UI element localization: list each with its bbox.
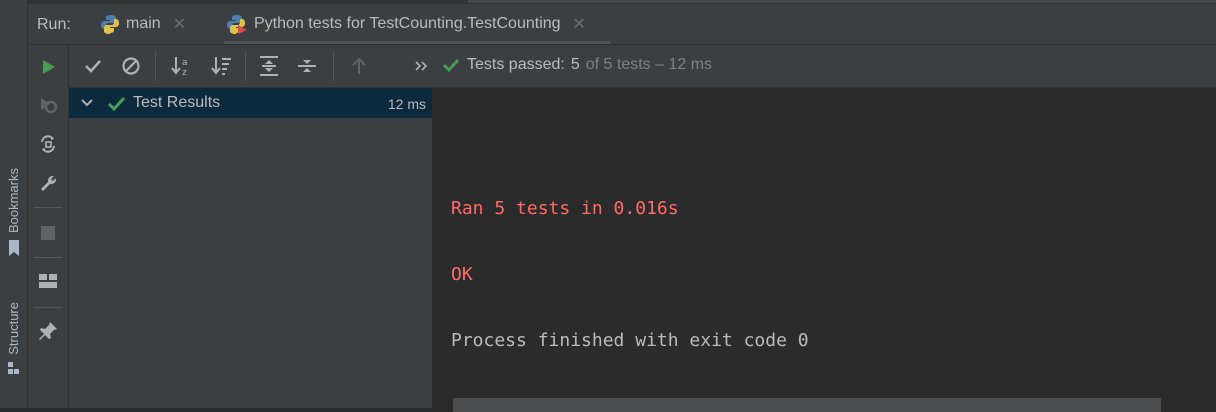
bookmark-icon	[8, 240, 19, 257]
test-results-label: Test Results	[133, 94, 221, 111]
sort-alphabetically-icon[interactable]: az	[169, 54, 193, 78]
console-output[interactable]: Ran 5 tests in 0.016s OK Process finishe…	[433, 88, 1216, 412]
toolbar-divider	[34, 257, 62, 258]
tests-passed-count: 5	[570, 56, 580, 73]
test-results-tree: Test Results 12 ms	[69, 88, 433, 408]
rerun-icon[interactable]	[36, 55, 60, 79]
tree-row-test-results[interactable]: Test Results 12 ms	[69, 88, 432, 118]
svg-text:z: z	[182, 68, 187, 77]
show-passed-icon[interactable]	[81, 54, 105, 78]
toolbar-divider	[34, 207, 62, 208]
run-label: Run:	[37, 16, 71, 33]
structure-tab[interactable]: Structure	[0, 302, 27, 375]
console-line: OK	[451, 264, 473, 285]
test-results-time: 12 ms	[387, 96, 426, 112]
console-line: Ran 5 tests in 0.016s	[451, 198, 679, 219]
close-icon[interactable]: ✕	[173, 14, 186, 34]
more-icon[interactable]	[409, 54, 433, 78]
svg-text:a: a	[182, 58, 188, 68]
tests-passed-label: Tests passed:	[467, 56, 565, 73]
previous-failed-icon[interactable]	[347, 54, 371, 78]
check-icon	[107, 96, 126, 112]
stop-icon[interactable]	[36, 221, 60, 245]
toolbar-divider	[34, 307, 62, 308]
side-tool-strip: Bookmarks Structure	[0, 0, 28, 408]
run-tabbar: Run: main ✕ Python tests for TestCountin…	[28, 4, 1216, 45]
tab-main-label: main	[126, 15, 161, 32]
toolbar-divider	[245, 51, 246, 81]
tab-main[interactable]: main ✕	[100, 4, 186, 44]
close-icon[interactable]: ✕	[573, 14, 586, 34]
tab-python-tests[interactable]: Python tests for TestCounting.TestCounti…	[224, 4, 610, 44]
structure-icon	[7, 361, 19, 374]
bookmarks-label: Bookmarks	[6, 168, 21, 234]
horizontal-scrollbar[interactable]	[453, 398, 1161, 412]
python-test-icon	[227, 15, 247, 34]
expand-all-icon[interactable]	[257, 54, 281, 78]
toggle-auto-test-icon[interactable]	[36, 132, 60, 156]
sort-by-duration-icon[interactable]	[209, 54, 233, 78]
show-ignored-icon[interactable]	[119, 54, 143, 78]
check-icon	[442, 58, 460, 73]
test-status: Tests passed: 5 of 5 tests – 12 ms	[441, 55, 712, 75]
pin-icon[interactable]	[36, 319, 60, 343]
toolbar-divider	[333, 51, 334, 81]
tab-python-tests-label: Python tests for TestCounting.TestCounti…	[254, 15, 561, 32]
test-runner-toolbar: az Tests passed: 5 of 5 tests – 12 ms	[69, 45, 1216, 88]
tests-total-duration: of 5 tests – 12 ms	[585, 56, 713, 73]
collapse-all-icon[interactable]	[295, 54, 319, 78]
layout-icon[interactable]	[36, 269, 60, 293]
bookmarks-tab[interactable]: Bookmarks	[0, 168, 27, 257]
toolbar-divider	[155, 51, 156, 81]
console-line: Process finished with exit code 0	[451, 330, 809, 351]
settings-wrench-icon[interactable]	[36, 171, 60, 195]
chevron-down-icon[interactable]	[79, 95, 95, 111]
python-icon	[101, 15, 119, 34]
run-left-toolbar	[28, 45, 69, 408]
rerun-failed-icon[interactable]	[36, 93, 60, 117]
structure-label: Structure	[6, 302, 21, 355]
